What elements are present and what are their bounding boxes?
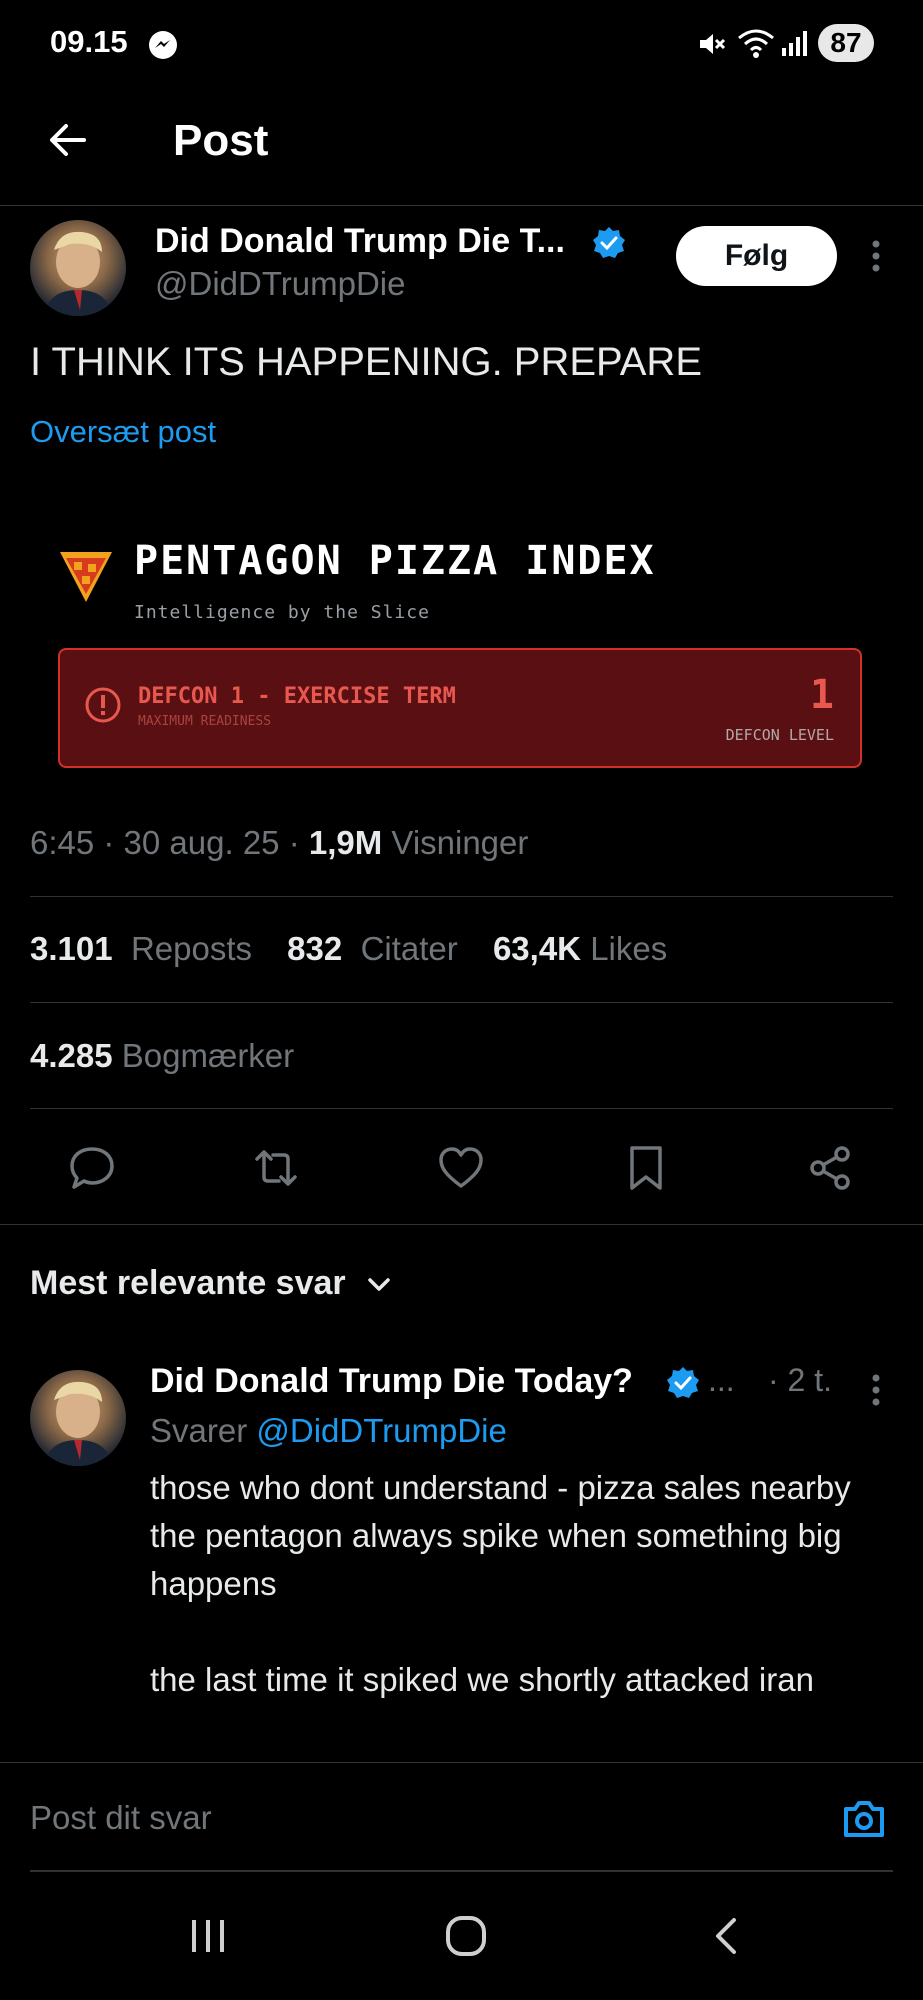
verified-badge-icon (666, 1366, 700, 1400)
divider (30, 896, 893, 897)
page-title: Post (173, 116, 269, 165)
system-navigation-bar (0, 1872, 923, 2000)
views-label: Visninger (382, 824, 529, 861)
post-timestamp: 6:45 · 30 aug. 25 · (30, 824, 309, 861)
top-bar: Post (0, 90, 923, 206)
reposts-stat[interactable]: 3.101 Reposts (30, 930, 252, 967)
battery-indicator: 87 (818, 24, 874, 62)
replying-handle-link[interactable]: @DidDTrumpDie (256, 1412, 506, 1449)
defcon-level-value: 1 (809, 672, 834, 718)
verified-badge-icon (592, 226, 626, 260)
defcon-title: DEFCON 1 - EXERCISE TERM (138, 684, 456, 709)
replies-sort-button[interactable]: Mest relevante svar (30, 1264, 346, 1303)
reply-more-options-icon[interactable] (866, 1370, 886, 1410)
defcon-subtitle: MAXIMUM READINESS (138, 714, 272, 729)
translate-link[interactable]: Oversæt post (30, 414, 216, 450)
views-count: 1,9M (308, 824, 383, 861)
reply-icon[interactable] (67, 1143, 117, 1193)
arrow-left-icon[interactable] (44, 116, 92, 164)
alert-circle-icon (84, 686, 122, 724)
quotes-label: Citater (360, 930, 458, 967)
recents-icon[interactable] (186, 1916, 230, 1956)
reply-input[interactable]: Post dit svar (30, 1799, 212, 1837)
wifi-icon (736, 26, 776, 60)
bookmark-icon[interactable] (621, 1143, 671, 1193)
quotes-stat[interactable]: 832 Citater (287, 930, 458, 967)
signal-icon (780, 28, 810, 58)
nav-back-icon[interactable] (706, 1914, 746, 1958)
bookmarks-count: 4.285 (30, 1037, 113, 1074)
chevron-down-icon[interactable] (362, 1268, 396, 1302)
reply-composer: Post dit svar (0, 1762, 923, 1872)
reply-author-name[interactable]: Did Donald Trump Die Today? (150, 1362, 633, 1401)
like-icon[interactable] (436, 1143, 486, 1193)
reply-avatar[interactable] (30, 1370, 126, 1466)
follow-button[interactable]: Følg (676, 226, 837, 286)
reply-text: those who dont understand - pizza sales … (150, 1469, 851, 1698)
author-name[interactable]: Did Donald Trump Die T... (155, 222, 565, 261)
card-subtitle: Intelligence by the Slice (134, 602, 430, 623)
likes-count: 63,4K (492, 930, 582, 967)
engagement-stats: 3.101 Reposts 832 Citater 63,4K Likes (30, 930, 667, 968)
home-icon[interactable] (444, 1914, 488, 1958)
status-time: 09.15 (50, 24, 128, 59)
divider (30, 1002, 893, 1003)
divider (30, 1108, 893, 1109)
reposts-count: 3.101 (30, 930, 113, 967)
share-icon[interactable] (805, 1143, 855, 1193)
post-meta: 6:45 · 30 aug. 25 · 1,9M Visninger (30, 824, 528, 862)
quotes-count: 832 (287, 930, 343, 967)
post-text: I THINK ITS HAPPENING. PREPARE (30, 340, 702, 384)
likes-stat[interactable]: 63,4K Likes (493, 930, 667, 967)
pizza-index-card[interactable]: PENTAGON PIZZA INDEX Intelligence by the… (30, 516, 893, 780)
divider (0, 1224, 923, 1225)
camera-icon[interactable] (840, 1795, 888, 1843)
messenger-icon (148, 30, 178, 60)
reply-time: · 2 t. (768, 1362, 833, 1398)
repost-icon[interactable] (251, 1143, 301, 1193)
bookmarks-stat[interactable]: 4.285 Bogmærker (30, 1037, 294, 1075)
card-title: PENTAGON PIZZA INDEX (134, 538, 656, 584)
defcon-alert-box: DEFCON 1 - EXERCISE TERM MAXIMUM READINE… (58, 648, 862, 768)
author-handle[interactable]: @DidDTrumpDie (155, 265, 405, 303)
replying-prefix: Svarer (150, 1412, 257, 1449)
replying-to: Svarer @DidDTrumpDie (150, 1412, 507, 1450)
defcon-level-label: DEFCON LEVEL (725, 726, 834, 744)
avatar[interactable] (30, 220, 126, 316)
reply-handle-truncated: ... (708, 1362, 735, 1398)
bookmarks-label: Bogmærker (121, 1037, 295, 1074)
more-options-icon[interactable] (866, 236, 886, 276)
pizza-icon (56, 546, 116, 606)
reposts-label: Reposts (130, 930, 252, 967)
mute-icon (696, 28, 728, 60)
likes-label: Likes (590, 930, 668, 967)
status-bar: 09.15 87 (0, 0, 923, 90)
